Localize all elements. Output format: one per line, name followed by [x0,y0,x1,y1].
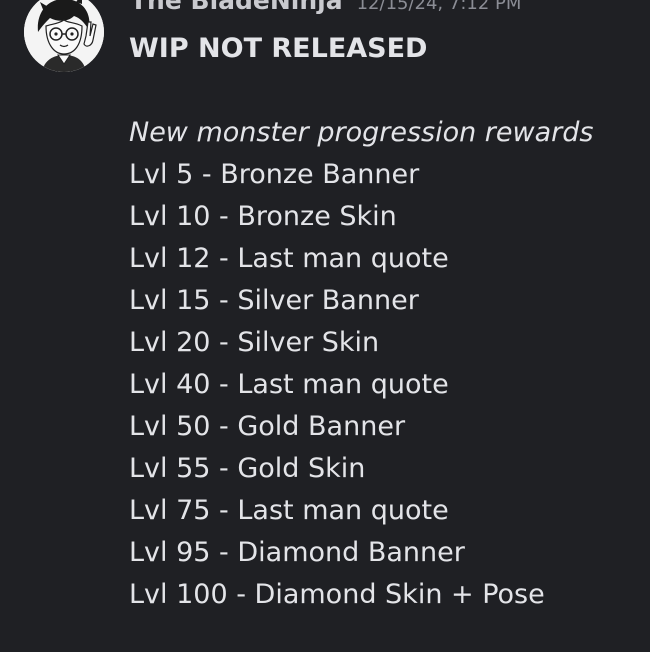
reward-item: Lvl 5 - Bronze Banner [129,159,420,190]
reward-item: Lvl 20 - Silver Skin [129,327,380,358]
avatar-illustration [24,0,104,72]
message-header: The BladeNinja 12/15/24, 7:12 PM [130,0,521,15]
reward-item: Lvl 15 - Silver Banner [129,285,419,316]
reward-item: Lvl 12 - Last man quote [129,243,449,274]
author-name[interactable]: The BladeNinja [130,0,343,15]
message-timestamp: 12/15/24, 7:12 PM [356,0,522,14]
reward-item: Lvl 75 - Last man quote [129,495,449,526]
reward-item: Lvl 40 - Last man quote [129,369,449,400]
message-content: WIP NOT RELEASED New monster progression… [129,28,593,616]
message-heading: WIP NOT RELEASED [129,33,428,64]
reward-item: Lvl 10 - Bronze Skin [129,201,397,232]
reward-item: Lvl 95 - Diamond Banner [129,537,465,568]
reward-item: Lvl 50 - Gold Banner [129,411,406,442]
reward-item: Lvl 55 - Gold Skin [129,453,366,484]
avatar[interactable] [24,0,104,72]
message-subheading: New monster progression rewards [129,117,594,148]
chat-message: The BladeNinja 12/15/24, 7:12 PM WIP NOT … [0,0,650,652]
reward-item: Lvl 100 - Diamond Skin + Pose [129,579,545,610]
